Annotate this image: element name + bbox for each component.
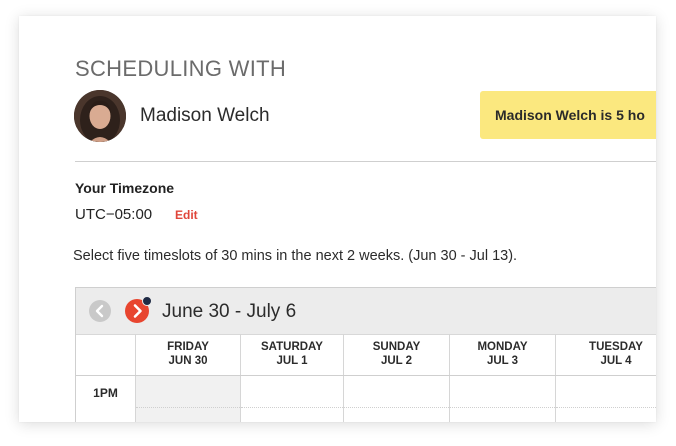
time-label: 1PM xyxy=(93,386,118,400)
edit-timezone-link[interactable]: Edit xyxy=(175,208,198,222)
day-weekday: SATURDAY xyxy=(261,341,323,353)
day-date: JUN 30 xyxy=(168,355,208,367)
timeslot-monday-1pm[interactable] xyxy=(449,376,555,422)
day-header-row: FRIDAY JUN 30 SATURDAY JUL 1 SUNDAY JUL … xyxy=(76,334,656,376)
scheduling-card: SCHEDULING WITH Madison Welch Madison We… xyxy=(19,16,656,422)
day-header-tuesday: TUESDAY JUL 4 xyxy=(555,334,656,375)
timezone-difference-banner: Madison Welch is 5 ho xyxy=(480,91,656,139)
day-header-sunday: SUNDAY JUL 2 xyxy=(343,334,449,375)
chevron-left-icon xyxy=(95,304,104,318)
day-weekday: FRIDAY xyxy=(167,341,209,353)
timeslot-sunday-1pm[interactable] xyxy=(343,376,449,422)
timeslot-friday-1pm[interactable] xyxy=(135,376,240,422)
day-weekday: TUESDAY xyxy=(589,341,643,353)
divider xyxy=(75,161,656,162)
page-title: SCHEDULING WITH xyxy=(75,56,287,81)
time-column-header xyxy=(76,334,136,375)
day-header-friday: FRIDAY JUN 30 xyxy=(135,334,240,375)
timeslot-tuesday-1pm[interactable] xyxy=(555,376,656,422)
time-row-1pm: 1PM xyxy=(76,376,656,422)
previous-week-button[interactable] xyxy=(89,300,111,322)
day-date: JUL 3 xyxy=(486,355,519,367)
timeslot-saturday-1pm[interactable] xyxy=(240,376,343,422)
timezone-value: UTC−05:00 xyxy=(75,206,153,223)
day-date: JUL 1 xyxy=(276,355,308,367)
next-week-button[interactable] xyxy=(125,296,152,323)
avatar xyxy=(74,90,126,142)
timezone-label: Your Timezone xyxy=(75,180,175,196)
day-weekday: MONDAY xyxy=(477,341,528,353)
calendar-grid: June 30 - July 6 FRIDAY JUN 30 SATURDAY … xyxy=(75,287,656,422)
instructions-text: Select five timeslots of 30 mins in the … xyxy=(73,248,518,264)
day-weekday: SUNDAY xyxy=(372,341,421,353)
week-range-label: June 30 - July 6 xyxy=(162,301,297,322)
day-date: JUL 2 xyxy=(380,355,413,367)
day-header-saturday: SATURDAY JUL 1 xyxy=(240,334,343,375)
calendar-header: June 30 - July 6 xyxy=(76,288,656,335)
day-date: JUL 4 xyxy=(600,355,632,367)
person-name: Madison Welch xyxy=(140,105,270,126)
day-header-monday: MONDAY JUL 3 xyxy=(449,334,555,375)
notification-dot xyxy=(142,296,152,306)
